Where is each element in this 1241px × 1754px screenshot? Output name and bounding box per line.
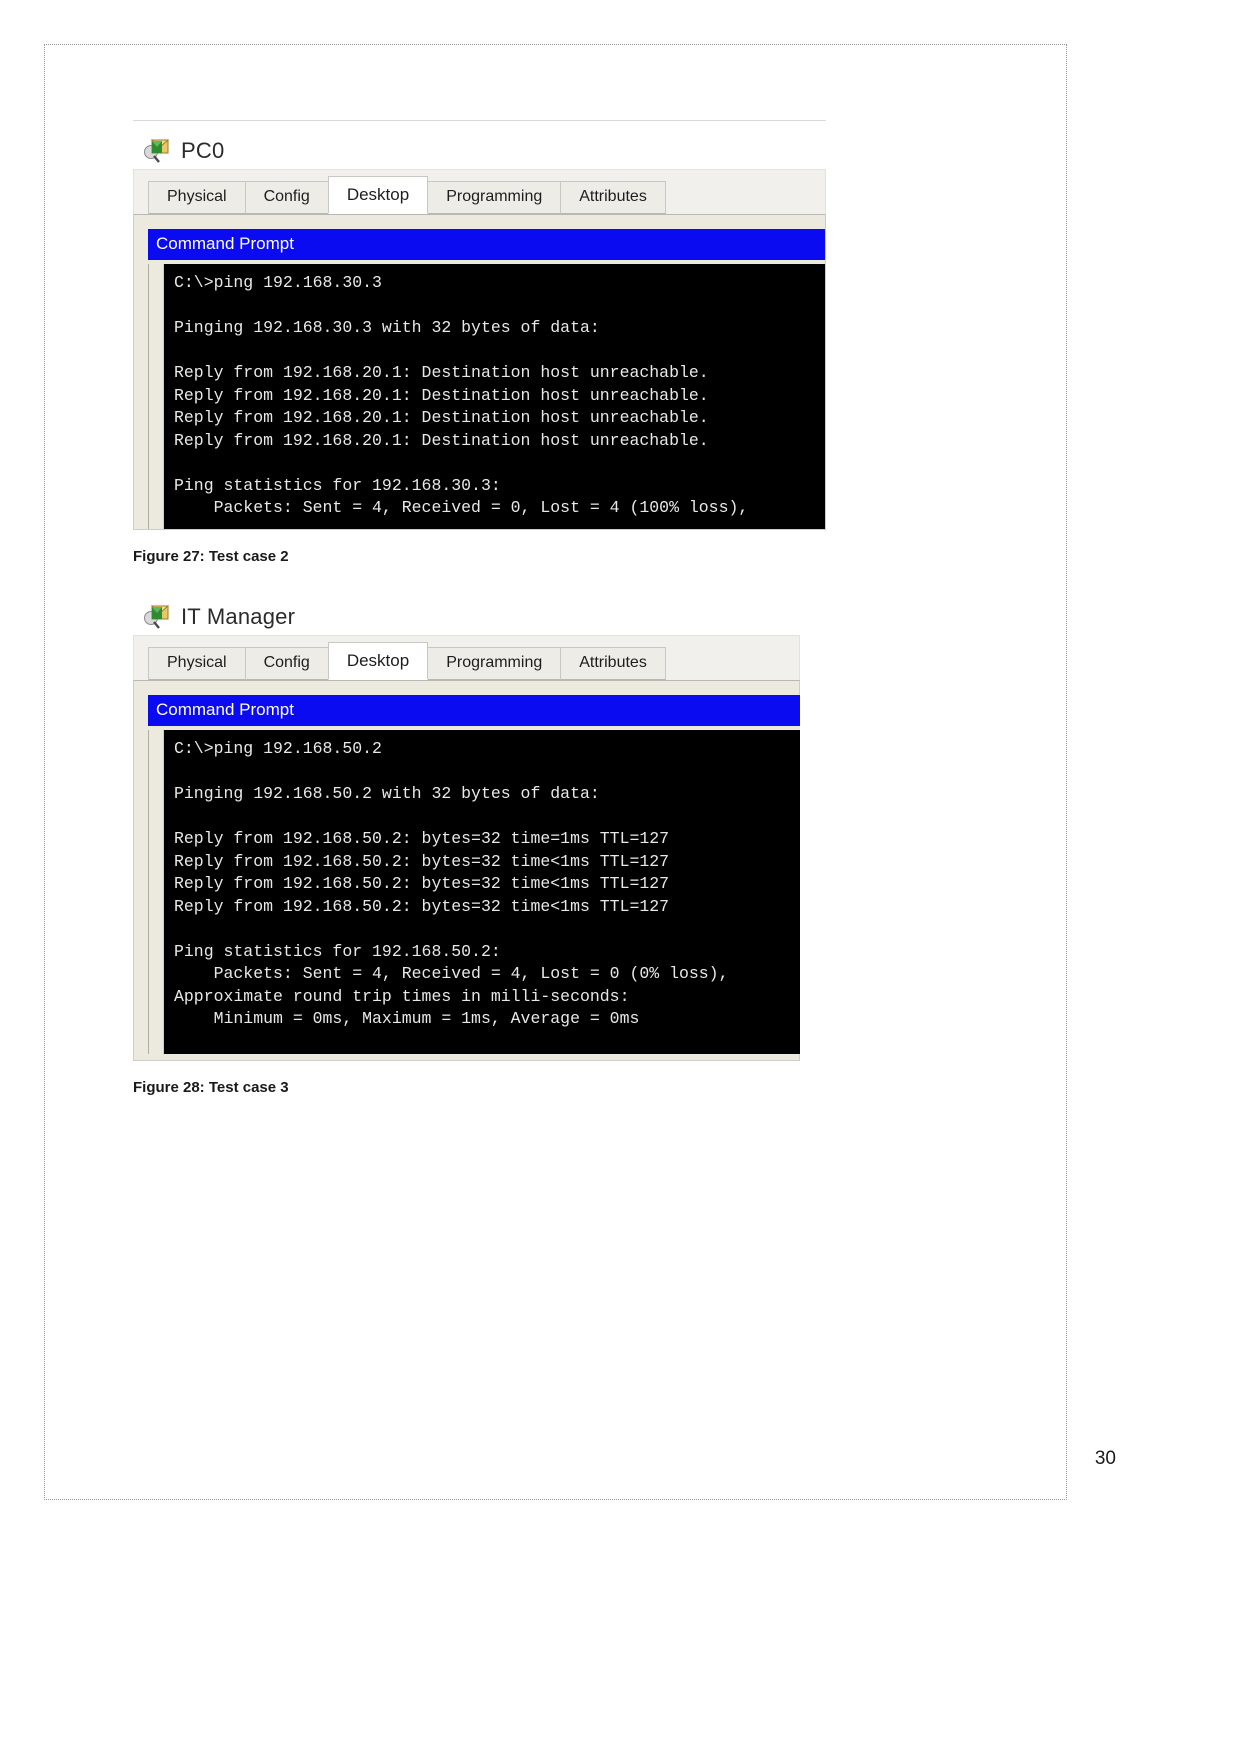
desktop-panel-pc0: Command Prompt C:\>ping 192.168.30.3 Pin… xyxy=(133,214,826,530)
page-number: 30 xyxy=(1094,1448,1116,1469)
panel-gutter xyxy=(148,730,164,1054)
command-prompt-titlebar: Command Prompt xyxy=(148,695,800,726)
device-window-pc0: PC0 Physical Config Desktop Programming … xyxy=(133,120,1033,530)
tab-desktop[interactable]: Desktop xyxy=(327,642,429,680)
tab-programming[interactable]: Programming xyxy=(427,181,562,214)
tab-physical[interactable]: Physical xyxy=(148,181,246,214)
packet-tracer-device-icon xyxy=(143,602,173,632)
page-content: PC0 Physical Config Desktop Programming … xyxy=(133,120,1033,1096)
device-window-it-manager: IT Manager Physical Config Desktop Progr… xyxy=(133,599,1033,1061)
tab-physical[interactable]: Physical xyxy=(148,647,246,680)
tab-programming[interactable]: Programming xyxy=(427,647,562,680)
tab-attributes[interactable]: Attributes xyxy=(560,647,666,680)
panel-gutter xyxy=(148,264,164,529)
command-prompt-window-it-manager: Command Prompt C:\>ping 192.168.50.2 Pin… xyxy=(148,695,800,1054)
window-title-row-pc0: PC0 xyxy=(143,133,1033,169)
tab-strip-pc0: Physical Config Desktop Programming Attr… xyxy=(133,169,826,214)
horizontal-rule xyxy=(133,120,826,121)
tab-desktop[interactable]: Desktop xyxy=(327,176,429,214)
desktop-panel-it-manager: Command Prompt C:\>ping 192.168.50.2 Pin… xyxy=(133,680,800,1061)
packet-tracer-device-icon xyxy=(143,136,173,166)
tab-config[interactable]: Config xyxy=(244,181,329,214)
command-prompt-window-pc0: Command Prompt C:\>ping 192.168.30.3 Pin… xyxy=(148,229,825,529)
terminal-output-it-manager[interactable]: C:\>ping 192.168.50.2 Pinging 192.168.50… xyxy=(164,730,800,1054)
window-title-row-it-manager: IT Manager xyxy=(143,599,1033,635)
tab-strip-it-manager: Physical Config Desktop Programming Attr… xyxy=(133,635,800,680)
tab-config[interactable]: Config xyxy=(244,647,329,680)
figure-caption-28: Figure 28: Test case 3 xyxy=(133,1079,289,1096)
command-prompt-titlebar: Command Prompt xyxy=(148,229,825,260)
window-title-label: IT Manager xyxy=(181,604,296,629)
figure-caption-27: Figure 27: Test case 2 xyxy=(133,548,289,565)
terminal-output-pc0[interactable]: C:\>ping 192.168.30.3 Pinging 192.168.30… xyxy=(164,264,825,529)
tab-attributes[interactable]: Attributes xyxy=(560,181,666,214)
window-title-label: PC0 xyxy=(181,138,225,163)
